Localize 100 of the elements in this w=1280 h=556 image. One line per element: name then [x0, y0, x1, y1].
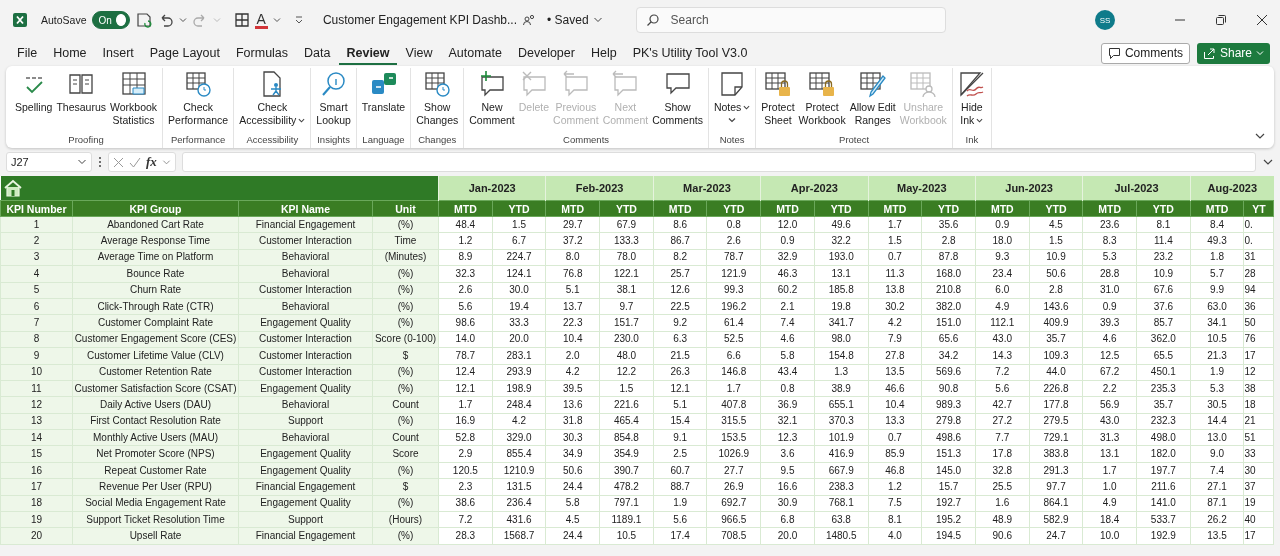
ribbon-button[interactable]: Check Accessibility [237, 68, 308, 134]
column-header: MTD [975, 200, 1030, 217]
column-header: MTD [438, 200, 493, 217]
column-header: MTD [868, 200, 922, 217]
month-header: May-2023 [868, 176, 976, 201]
column-header: YTD [921, 200, 976, 217]
ribbon-button[interactable]: Allow Edit Ranges [847, 68, 898, 134]
ribbon-button[interactable]: Notes [711, 68, 753, 134]
group-label: Ink [965, 134, 979, 147]
formula-input[interactable] [181, 152, 1256, 172]
ribbon-button[interactable]: Spelling [13, 68, 55, 134]
column-header: MTD [653, 200, 707, 217]
autosave-label: AutoSave [41, 14, 87, 26]
ribbon-button[interactable]: Check Performance [166, 68, 231, 134]
menu-tab[interactable]: Formulas [228, 41, 296, 65]
insert-function-button[interactable]: fx [146, 154, 157, 170]
column-header: YTD [492, 200, 546, 217]
month-header: Aug-2023 [1190, 176, 1274, 201]
comment-arrow-icon [561, 70, 590, 98]
comments-button[interactable]: Comments [1100, 42, 1190, 64]
font-color-button[interactable]: A [254, 11, 268, 29]
menu-tab[interactable]: View [398, 41, 440, 65]
caret-icon[interactable] [272, 16, 281, 24]
group-label: Accessibility [246, 134, 299, 147]
caret-icon [77, 157, 87, 167]
comment-plus-icon [478, 70, 506, 98]
customize-menu-icon[interactable] [293, 15, 304, 25]
ribbon-button[interactable]: New Comment [467, 68, 517, 134]
month-header: Mar-2023 [653, 176, 761, 201]
share-button[interactable]: Share [1196, 42, 1270, 64]
menu-tab[interactable]: Review [339, 41, 397, 65]
save-status-button[interactable]: • Saved [541, 12, 609, 28]
caret-icon [592, 15, 603, 25]
ribbon-button[interactable]: Translate [359, 68, 408, 134]
borders-icon[interactable] [233, 12, 250, 28]
name-box[interactable]: J27 [6, 152, 92, 172]
column-header: MTD [1190, 200, 1244, 217]
column-header: YT [1243, 200, 1274, 217]
save-icon[interactable] [134, 11, 153, 29]
table-clock-icon [423, 70, 452, 98]
home-icon[interactable] [2, 179, 23, 197]
comment-arrow-icon [611, 70, 640, 98]
caret-icon [1256, 49, 1264, 57]
column-header: YTD [706, 200, 761, 217]
menu-tab[interactable]: File [10, 41, 45, 65]
menu-tab[interactable]: Page Layout [142, 41, 227, 65]
menu-tab[interactable]: Insert [95, 41, 141, 65]
magnifier-icon [319, 70, 348, 98]
excel-logo-icon [12, 12, 28, 28]
restore-icon[interactable] [1215, 14, 1227, 26]
menu-tab[interactable]: Help [583, 41, 624, 65]
month-header: Jul-2023 [1082, 176, 1191, 201]
group-label: Notes [719, 134, 745, 147]
month-header: Jun-2023 [975, 176, 1083, 201]
column-header: YTD [814, 200, 869, 217]
group-label: Insights [317, 134, 350, 147]
table-clock-icon [184, 70, 213, 98]
autosave-toggle[interactable]: On [91, 11, 130, 29]
menu-tab[interactable]: Home [46, 41, 94, 65]
table-pencil-icon [858, 70, 887, 98]
column-header: Unit [372, 200, 439, 217]
group-label: Language [362, 134, 405, 147]
table-lock-icon [808, 70, 837, 98]
group-label: Performance [170, 134, 226, 147]
column-header: KPI Group [72, 200, 239, 217]
ribbon-button[interactable]: Show Comments [650, 68, 705, 134]
caret-icon[interactable] [178, 16, 187, 24]
user-avatar[interactable]: SS [1095, 10, 1115, 30]
enter-icon[interactable] [129, 156, 141, 168]
menu-tab[interactable]: Automate [441, 41, 509, 65]
menu-tab[interactable]: Data [297, 41, 338, 65]
document-title: Customer Engagement KPI Dashb... [322, 13, 517, 27]
column-header: YTD [1136, 200, 1191, 217]
column-header: MTD [545, 200, 600, 217]
ink-pen-icon [957, 70, 986, 98]
ribbon-button[interactable]: Thesaurus [54, 68, 108, 134]
ribbon-button[interactable]: Hide Ink [955, 68, 988, 134]
menu-tab[interactable]: Developer [510, 41, 582, 65]
menu-tab[interactable]: PK's Utility Tool V3.0 [625, 41, 755, 65]
table-person-icon [909, 70, 938, 98]
group-label: Protect [839, 134, 870, 147]
table-icon [119, 70, 148, 98]
group-label: Changes [418, 134, 457, 147]
ribbon-button[interactable]: Smart Lookup [314, 68, 353, 134]
comment-icon [1107, 46, 1121, 60]
column-header: KPI Number [0, 200, 73, 217]
people-icon[interactable] [522, 13, 536, 27]
ribbon-button[interactable]: Protect Workbook [796, 68, 848, 134]
ribbon-button[interactable]: Workbook Statistics [108, 68, 160, 134]
table-lock-icon [763, 70, 792, 98]
cancel-icon[interactable] [113, 156, 124, 168]
ribbon-button[interactable]: Protect Sheet [759, 68, 797, 134]
ribbon-button[interactable]: Show Changes [414, 68, 461, 134]
month-header: Apr-2023 [760, 176, 869, 201]
close-icon[interactable] [1256, 14, 1268, 26]
more-icon[interactable] [98, 156, 102, 168]
search-field[interactable]: Search [635, 7, 946, 33]
column-header: MTD [1082, 200, 1137, 217]
column-header: KPI Name [238, 200, 373, 217]
group-label: Proofing [68, 134, 104, 147]
